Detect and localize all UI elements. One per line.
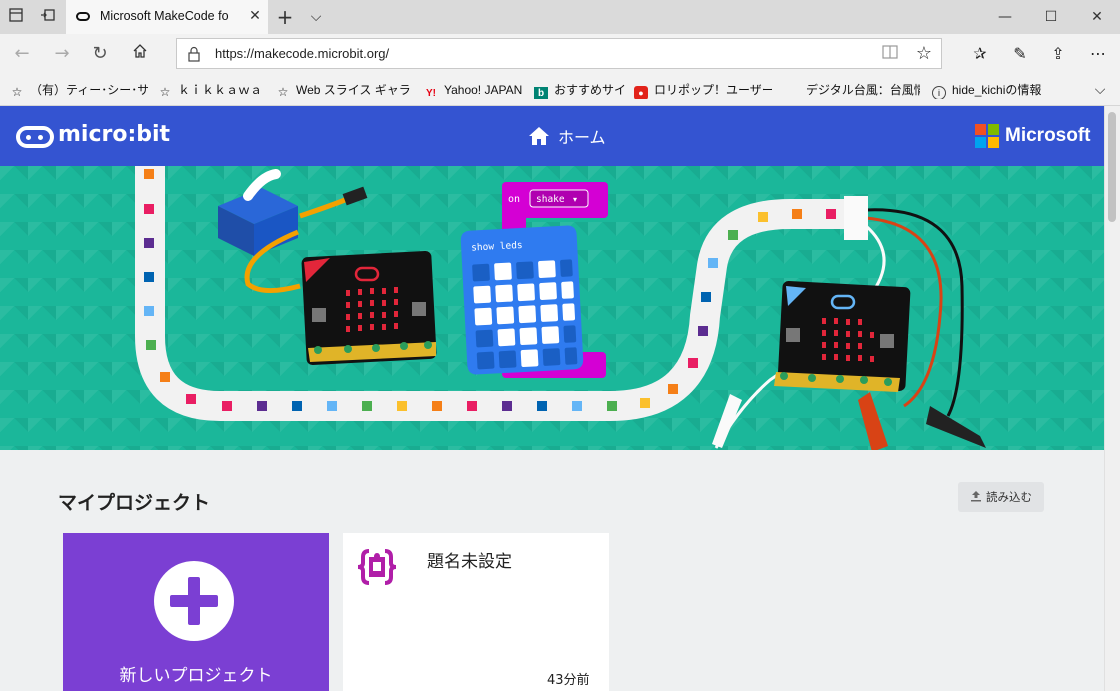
forward-arrow-icon[interactable]: →: [50, 42, 74, 66]
favorite-item[interactable]: b おすすめサイト: [534, 81, 626, 99]
browser-titlebar: Microsoft MakeCode fo ✕ + ⌵ — ☐ ✕: [0, 0, 1120, 34]
microbit-board-right: [774, 281, 911, 392]
scrollbar-thumb[interactable]: [1108, 112, 1116, 222]
share-icon[interactable]: ⇪: [1046, 42, 1070, 66]
url-text: https://makecode.microbit.org/: [215, 46, 390, 61]
back-arrow-icon[interactable]: ←: [10, 42, 34, 66]
new-project-card[interactable]: 新しいプロジェクト: [63, 533, 329, 691]
favorites-overflow-chevron-icon[interactable]: ⌵: [1090, 80, 1110, 100]
favorite-item[interactable]: ☆ Web スライス ギャラリー: [276, 81, 412, 99]
favorite-label: デジタル台風：台風情報: [806, 83, 920, 97]
svg-text:▾: ▾: [573, 195, 577, 204]
star-icon: ☆: [11, 85, 23, 99]
lolipop-icon: ●: [634, 86, 648, 99]
window-close-icon[interactable]: ✕: [1074, 4, 1120, 30]
microbit-logo-text: micro:bit: [58, 122, 171, 147]
star-icon: ☆: [277, 85, 289, 99]
favorite-item[interactable]: デジタル台風：台風情報: [806, 81, 920, 99]
star-icon: ☆: [159, 85, 171, 99]
home-link[interactable]: ホーム: [528, 124, 606, 148]
microbit-logo-icon: [16, 126, 54, 148]
favorite-label: おすすめサイト: [554, 83, 626, 97]
home-icon[interactable]: [128, 42, 152, 66]
favorites-bar: ☆（有）ティー･シー･サービ ☆ｋｉｋｋａｗａ ☆Web スライス ギャラリー …: [0, 74, 1120, 106]
page-viewport: micro:bit ホーム Microsoft on shake ▾ show …: [0, 106, 1104, 691]
tab-list-chevron-down-icon[interactable]: ⌵: [306, 6, 326, 28]
code-blocks: on shake ▾ show leds: [460, 182, 608, 378]
event-value-label: shake: [536, 194, 565, 205]
project-title: 題名未設定: [427, 552, 512, 572]
favorite-label: （有）ティー･シー･サービ: [30, 83, 148, 97]
address-toolbar: ← → ↻ https://makecode.microbit.org/ ☆ ✰…: [0, 34, 1120, 74]
makecode-favicon-icon: [76, 12, 90, 21]
favorite-label: Yahoo! JAPAN: [444, 83, 523, 97]
favorite-item[interactable]: ☆ （有）ティー･シー･サービ: [10, 81, 148, 99]
makecode-header: micro:bit ホーム Microsoft: [0, 106, 1104, 166]
upload-icon: [971, 491, 981, 502]
favorite-item[interactable]: Y! Yahoo! JAPAN: [424, 81, 524, 99]
code-braces-icon: [357, 549, 397, 585]
favorite-label: ｋｉｋｋａｗａ: [178, 83, 263, 97]
tab-preview-icon[interactable]: [38, 7, 58, 27]
project-card[interactable]: 題名未設定 43分前: [343, 533, 609, 691]
microsoft-logo-text: Microsoft: [1005, 125, 1091, 146]
favorite-label: ロリポップ！ユーザー専用: [654, 83, 772, 97]
close-tab-icon[interactable]: ✕: [246, 7, 264, 25]
hero-banner: on shake ▾ show leds: [0, 106, 1104, 452]
new-tab-plus-icon[interactable]: +: [274, 6, 296, 28]
address-bar[interactable]: https://makecode.microbit.org/ ☆: [176, 38, 942, 69]
favorite-label: Web スライス ギャラリー: [296, 83, 412, 97]
refresh-icon[interactable]: ↻: [88, 42, 112, 66]
import-button[interactable]: 読み込む: [958, 482, 1044, 512]
info-icon: i: [932, 86, 946, 99]
lock-icon: [187, 46, 203, 62]
maximize-icon[interactable]: ☐: [1028, 4, 1074, 30]
more-icon[interactable]: ⋯: [1086, 42, 1110, 66]
pen-icon[interactable]: ✎: [1008, 42, 1032, 66]
favorite-item[interactable]: ☆ ｋｉｋｋａｗａ: [158, 81, 268, 99]
tab-title: Microsoft MakeCode fo: [100, 9, 229, 23]
import-label: 読み込む: [986, 490, 1032, 504]
minimize-icon[interactable]: —: [982, 4, 1028, 30]
section-title: マイプロジェクト: [58, 492, 211, 514]
favorite-item[interactable]: ● ロリポップ！ユーザー専用: [634, 81, 772, 99]
microbit-board-left: [301, 250, 437, 366]
home-label: ホーム: [558, 128, 606, 147]
event-block-label: on: [508, 194, 520, 205]
tabs-aside-icon[interactable]: [6, 7, 26, 27]
add-favorite-star-icon[interactable]: ☆: [913, 43, 935, 65]
microsoft-grid-icon: [975, 124, 999, 148]
reading-view-icon[interactable]: [881, 45, 899, 63]
bing-icon: b: [534, 87, 548, 99]
favorite-label: hide_kichiの情報: [952, 83, 1042, 97]
tab-makecode[interactable]: Microsoft MakeCode fo ✕: [66, 0, 268, 34]
hero-illustration: on shake ▾ show leds: [135, 106, 986, 452]
plus-icon: [154, 561, 234, 641]
yahoo-icon: Y!: [426, 88, 436, 99]
project-timestamp: 43分前: [547, 673, 590, 688]
home-icon: [529, 127, 549, 145]
favorite-item[interactable]: i hide_kichiの情報: [932, 81, 1046, 99]
my-projects-section: マイプロジェクト 読み込む 新しいプロジェクト 題名未設定 43分前: [0, 450, 1104, 691]
new-project-label: 新しいプロジェクト: [119, 666, 273, 686]
favorites-list-icon[interactable]: ✰: [968, 42, 992, 66]
